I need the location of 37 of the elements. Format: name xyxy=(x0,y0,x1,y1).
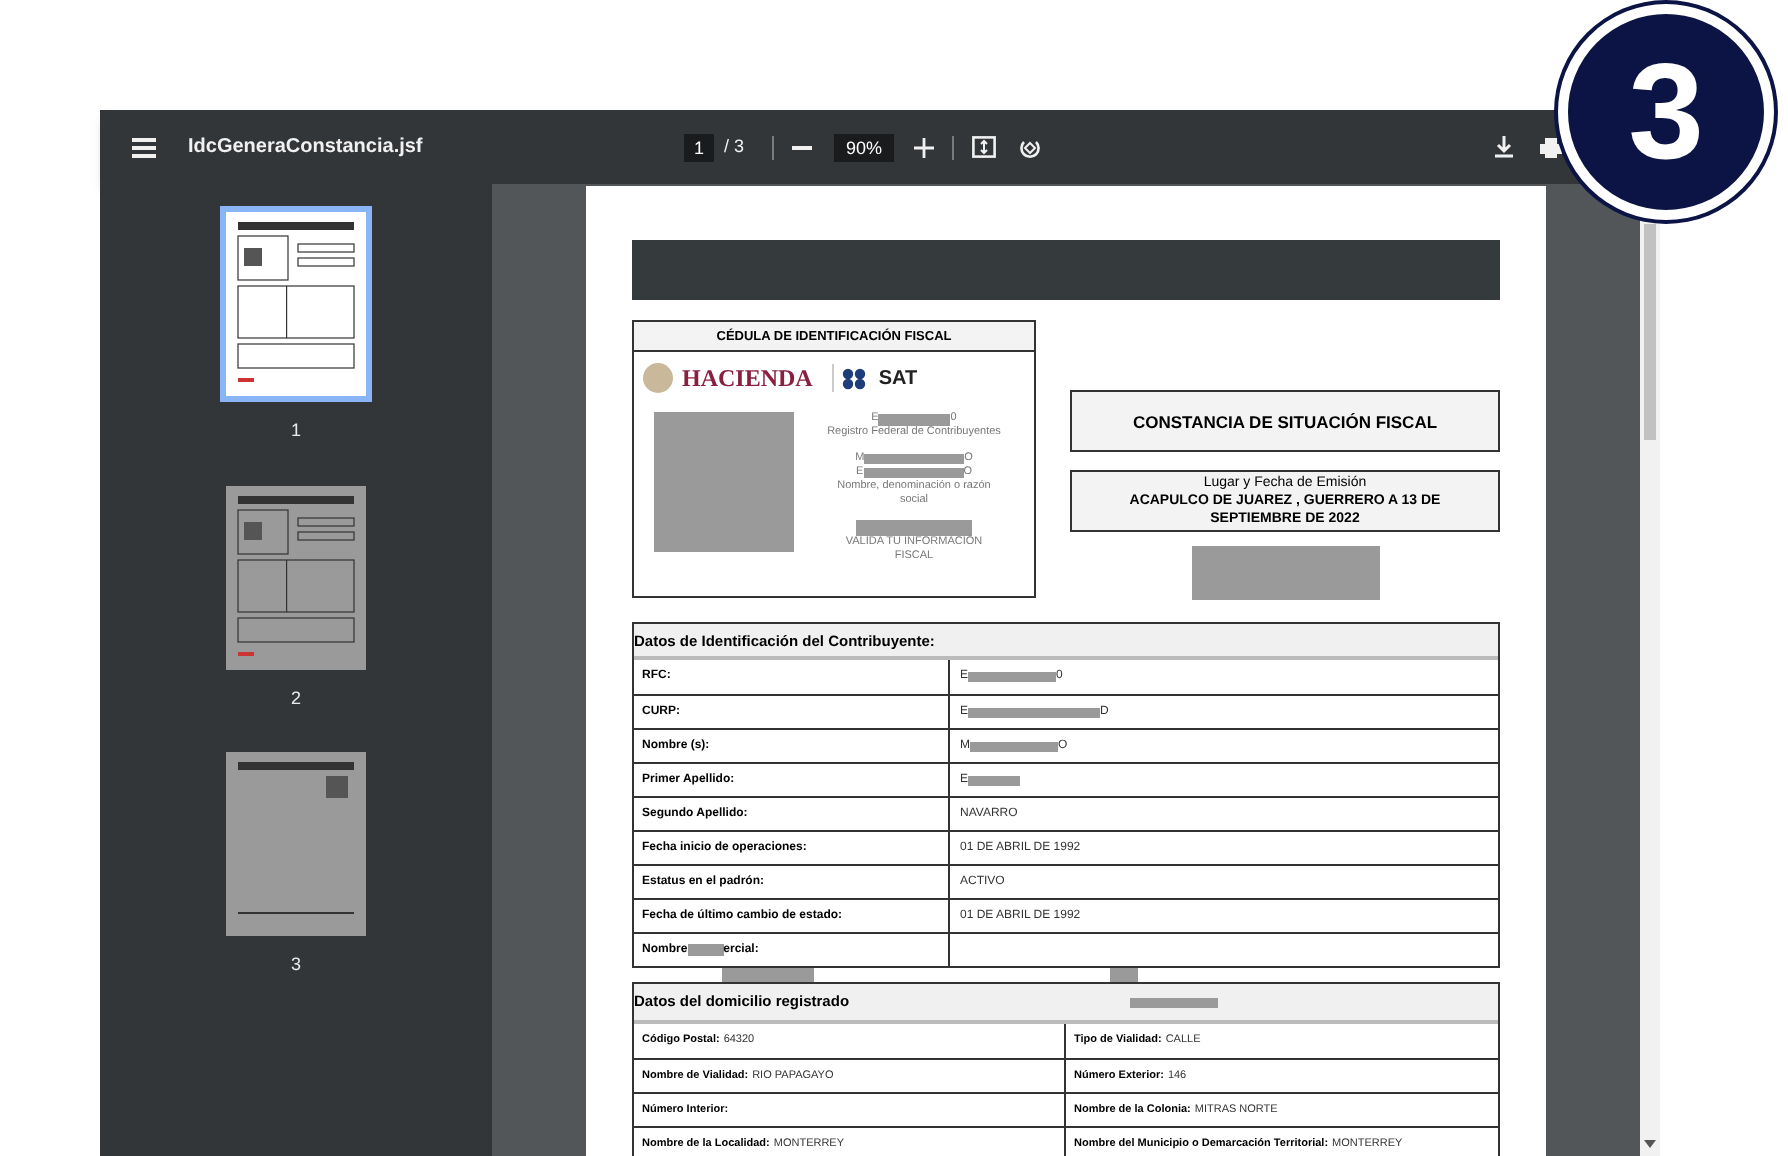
redaction-block xyxy=(864,454,965,464)
page-input[interactable]: 1 xyxy=(684,133,714,161)
page-thumbnail[interactable] xyxy=(220,206,372,402)
sat-logo: SAT xyxy=(878,365,918,393)
page-count: / 3 xyxy=(724,133,745,160)
document-title: CONSTANCIA DE SITUACIÓN FISCAL xyxy=(1070,390,1500,452)
page-number: 1 xyxy=(290,418,301,444)
redaction-block xyxy=(968,672,1057,682)
scroll-down-icon[interactable] xyxy=(1644,1140,1656,1148)
redaction-block xyxy=(968,707,1101,717)
redaction-block xyxy=(968,775,1021,785)
page-thumbnail[interactable] xyxy=(226,485,366,669)
redaction-block xyxy=(970,741,1058,751)
redaction-block xyxy=(1110,968,1138,982)
page-number: 2 xyxy=(290,685,301,711)
redaction-block xyxy=(1129,997,1218,1007)
redaction-block xyxy=(856,520,972,536)
zoom-field[interactable]: 90% xyxy=(834,133,895,161)
zoom-in-icon[interactable] xyxy=(914,137,935,157)
step-badge: 3 xyxy=(1558,4,1774,220)
fit-page-icon[interactable] xyxy=(972,136,997,158)
menu-icon[interactable] xyxy=(132,137,156,157)
qr-redaction xyxy=(654,412,794,552)
redaction-block xyxy=(687,944,724,956)
redaction-block xyxy=(878,413,951,425)
dots-icon xyxy=(842,367,871,389)
seal-icon xyxy=(642,362,674,394)
hacienda-logo: HACIENDA xyxy=(682,362,813,396)
rotate-icon[interactable] xyxy=(1018,135,1043,159)
page-number: 3 xyxy=(290,952,301,978)
redaction-block xyxy=(863,468,964,478)
page-thumbnail[interactable] xyxy=(226,752,366,936)
print-icon[interactable] xyxy=(1540,137,1563,157)
scrollbar-thumb[interactable] xyxy=(1644,224,1656,440)
redaction-block xyxy=(722,968,814,982)
file-title: IdcGeneraConstancia.jsf xyxy=(188,134,425,162)
download-icon[interactable] xyxy=(1494,136,1515,158)
